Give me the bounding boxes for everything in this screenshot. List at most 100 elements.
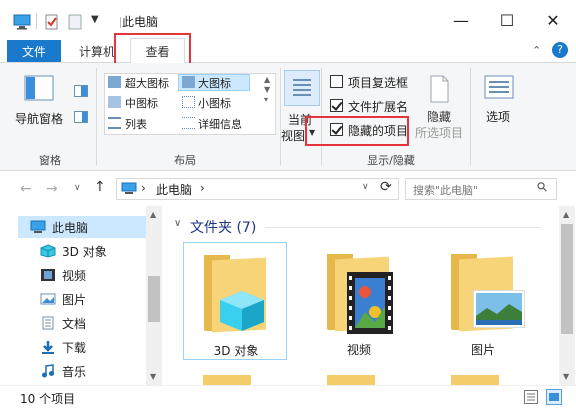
qa-separator	[36, 13, 37, 29]
explorer-window: ▼ 此电脑 — ☐ ✕ 文件 计算机 查看 ⌃ ? 导航窗格 窗格 超大图标 大…	[0, 0, 576, 415]
hide-selected-label-2: 所选项目	[415, 126, 464, 140]
file-extensions-label[interactable]: 文件扩展名	[348, 98, 408, 115]
folder-label: 3D 对象	[213, 344, 259, 358]
layout-details[interactable]: 详细信息	[198, 116, 242, 132]
cube-icon	[40, 244, 56, 258]
scroll-up-icon[interactable]: ▲	[150, 210, 156, 219]
folder-tile-videos[interactable]: 视频	[307, 242, 411, 360]
recent-locations-dropdown-icon[interactable]: ∨	[74, 183, 81, 193]
sidebar-item-downloads[interactable]: 下载	[40, 336, 86, 358]
small-icons-icon	[182, 96, 195, 108]
sidebar-item-documents[interactable]: 文档	[40, 312, 86, 334]
navigation-pane-scrollbar[interactable]: ▲ ▼	[146, 206, 162, 385]
layout-extra-large[interactable]: 超大图标	[125, 75, 169, 91]
highlight-hidden-items	[305, 116, 409, 146]
window-title: 此电脑	[122, 15, 159, 29]
scroll-thumb[interactable]	[148, 276, 160, 322]
scroll-down-icon[interactable]: ▼	[150, 372, 156, 381]
panes-group-label: 窗格	[39, 154, 61, 167]
options-label[interactable]: 选项	[486, 108, 510, 125]
address-dropdown-icon[interactable]: ∨	[362, 182, 369, 192]
refresh-icon[interactable]: ⟳	[380, 179, 392, 195]
collapse-ribbon-icon[interactable]: ⌃	[532, 44, 541, 57]
path-separator-end[interactable]: ›	[200, 181, 205, 195]
sidebar-item-label: 下载	[62, 340, 87, 355]
group-divider	[265, 227, 541, 228]
sidebar-item-label: 音乐	[62, 364, 87, 379]
minimize-button[interactable]: —	[438, 0, 484, 40]
hide-selected-icon[interactable]	[428, 74, 450, 104]
help-icon[interactable]: ?	[552, 42, 568, 58]
content-scrollbar[interactable]: ▲ ▼	[559, 206, 575, 385]
scroll-down-icon[interactable]: ▼	[563, 372, 569, 381]
sidebar-item-label: 此电脑	[52, 220, 89, 235]
document-icon	[40, 316, 56, 330]
group-header[interactable]: 文件夹 (7)	[190, 217, 256, 237]
current-view-icon[interactable]	[284, 70, 320, 106]
close-button[interactable]: ✕	[530, 0, 576, 40]
computer-icon	[30, 220, 46, 234]
picture-icon	[472, 289, 526, 329]
navigation-pane-icon[interactable]	[24, 75, 54, 101]
options-icon[interactable]	[484, 75, 514, 99]
layout-list[interactable]: 列表	[125, 116, 147, 132]
layout-group-label: 布局	[174, 154, 196, 167]
file-extensions-checkbox[interactable]	[330, 99, 343, 112]
download-icon	[40, 340, 56, 354]
quick-access-dropdown-icon[interactable]: ▼	[91, 14, 99, 25]
scroll-thumb[interactable]	[561, 224, 573, 334]
group-separator	[280, 68, 281, 166]
folder-tile-3d-objects[interactable]: 3D 对象	[183, 242, 287, 360]
computer-icon	[13, 14, 31, 30]
picture-icon	[40, 292, 56, 306]
layout-medium[interactable]: 中图标	[125, 95, 158, 111]
show-hide-group-label: 显示/隐藏	[367, 154, 415, 167]
status-bar	[0, 385, 576, 415]
group-separator	[96, 68, 97, 166]
sidebar-item-music[interactable]: 音乐	[40, 360, 86, 382]
layout-small[interactable]: 小图标	[198, 95, 231, 111]
gallery-scroll-icon[interactable]: ▲ ▼ ▾	[264, 75, 270, 105]
cube-icon	[218, 289, 266, 333]
item-checkboxes-label[interactable]: 项目复选框	[348, 74, 408, 91]
hide-selected-label-1[interactable]: 隐藏	[427, 108, 451, 125]
group-collapse-icon[interactable]: ∨	[174, 218, 181, 229]
back-button[interactable]: ←	[20, 181, 32, 197]
layout-large[interactable]: 大图标	[198, 75, 231, 91]
sidebar-item-videos[interactable]: 视频	[40, 264, 86, 286]
folder-label: 视频	[346, 343, 371, 357]
scroll-up-icon[interactable]: ▲	[563, 210, 569, 219]
computer-icon	[121, 182, 137, 195]
tab-file[interactable]: 文件	[7, 40, 61, 62]
properties-icon[interactable]	[44, 14, 60, 30]
current-view-label-2[interactable]: 视图	[281, 127, 305, 144]
details-pane-icon[interactable]	[74, 111, 88, 123]
details-view-toggle-icon[interactable]	[524, 390, 538, 404]
large-icons-icon	[182, 76, 195, 88]
title-separator	[120, 17, 121, 28]
sidebar-item-pictures[interactable]: 图片	[40, 288, 86, 310]
film-icon	[347, 272, 393, 334]
film-icon	[40, 268, 56, 282]
new-folder-icon[interactable]	[68, 14, 82, 30]
sidebar-item-this-pc[interactable]: 此电脑	[30, 216, 88, 238]
search-input[interactable]: 搜索"此电脑"	[413, 182, 478, 198]
forward-button[interactable]: →	[46, 181, 58, 197]
sidebar-item-label: 视频	[62, 268, 87, 283]
breadcrumb-this-pc[interactable]: 此电脑	[156, 181, 192, 198]
sidebar-item-label: 图片	[62, 292, 87, 307]
item-checkboxes-checkbox[interactable]	[330, 75, 343, 88]
folder-label: 图片	[470, 343, 495, 357]
navigation-pane-label[interactable]: 导航窗格	[15, 110, 63, 127]
sidebar-item-3d-objects[interactable]: 3D 对象	[40, 240, 107, 262]
maximize-button[interactable]: ☐	[484, 0, 530, 40]
folder-tile-pictures[interactable]: 图片	[431, 242, 535, 360]
music-icon	[40, 364, 56, 378]
large-icons-toggle-icon[interactable]	[546, 389, 562, 405]
up-button[interactable]: ↑	[94, 179, 106, 195]
medium-icons-icon	[108, 96, 121, 108]
list-icon	[108, 117, 121, 129]
preview-pane-icon[interactable]	[74, 85, 88, 97]
item-count: 10 个项目	[20, 392, 76, 406]
path-separator[interactable]: ›	[141, 181, 146, 195]
